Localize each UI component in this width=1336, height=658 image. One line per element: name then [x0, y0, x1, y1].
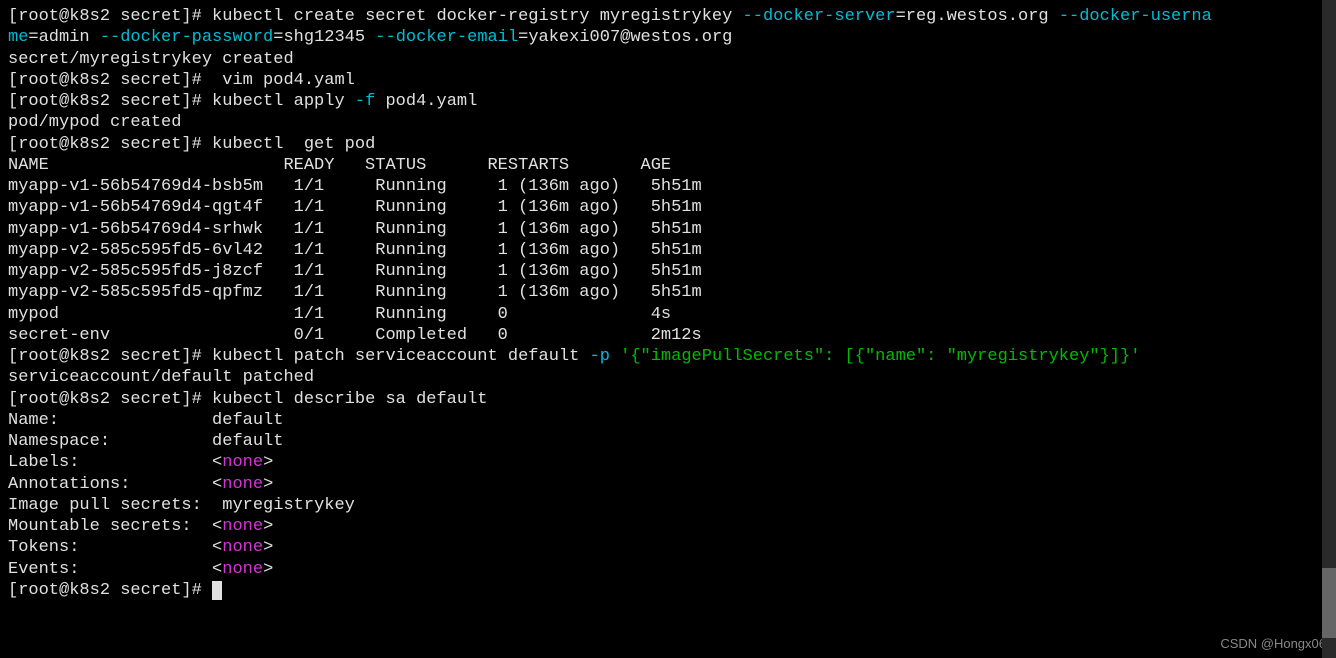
table-row: myapp-v1-56b54769d4-srhwk 1/1 Running 1 … [8, 219, 1328, 240]
describe-row: Events: <none> [8, 559, 1328, 580]
bracket: > [263, 475, 273, 494]
cmd-text: kubectl apply [202, 92, 355, 111]
describe-row: Tokens: <none> [8, 537, 1328, 558]
describe-row: Annotations: <none> [8, 474, 1328, 495]
bracket: > [263, 538, 273, 557]
cmd-text: kubectl get pod [202, 135, 375, 154]
cmd-text: vim pod4.yaml [202, 71, 355, 90]
command-line-2: [root@k8s2 secret]# vim pod4.yaml [8, 70, 1328, 91]
command-line-6: [root@k8s2 secret]# kubectl describe sa … [8, 389, 1328, 410]
none-value: none [222, 475, 263, 494]
cmd-text: kubectl patch serviceaccount default [202, 347, 590, 366]
field-value: myregistrykey [212, 496, 355, 515]
command-line-1-wrap: me=admin --docker-password=shg12345 --do… [8, 27, 1328, 48]
arg-value: =admin [28, 28, 99, 47]
arg-value: pod4.yaml [375, 92, 477, 111]
field-label: Labels: [8, 453, 212, 472]
command-line-1: [root@k8s2 secret]# kubectl create secre… [8, 6, 1328, 27]
prompt: [root@k8s2 secret]# [8, 347, 202, 366]
table-row: myapp-v2-585c595fd5-j8zcf 1/1 Running 1 … [8, 261, 1328, 282]
command-line-5: [root@k8s2 secret]# kubectl patch servic… [8, 346, 1328, 367]
field-label: Namespace: [8, 432, 212, 451]
bracket: > [263, 517, 273, 536]
bracket: < [212, 560, 222, 579]
cmd-text: kubectl create secret docker-registry my… [202, 7, 743, 26]
field-value: default [212, 411, 283, 430]
table-row: secret-env 0/1 Completed 0 2m12s [8, 325, 1328, 346]
output-line: serviceaccount/default patched [8, 367, 1328, 388]
table-row: myapp-v2-585c595fd5-qpfmz 1/1 Running 1 … [8, 282, 1328, 303]
table-header: NAME READY STATUS RESTARTS AGE [8, 155, 1328, 176]
command-line-4: [root@k8s2 secret]# kubectl get pod [8, 134, 1328, 155]
field-value: default [212, 432, 283, 451]
space [610, 347, 620, 366]
flag: --docker-password [100, 28, 273, 47]
none-value: none [222, 453, 263, 472]
string-arg: '{"imagePullSecrets": [{"name": "myregis… [620, 347, 1140, 366]
prompt-line[interactable]: [root@k8s2 secret]# [8, 580, 1328, 601]
prompt: [root@k8s2 secret]# [8, 135, 202, 154]
describe-row: Image pull secrets: myregistrykey [8, 495, 1328, 516]
flag: -f [355, 92, 375, 111]
cursor [212, 581, 222, 600]
bracket: > [263, 453, 273, 472]
terminal-output[interactable]: [root@k8s2 secret]# kubectl create secre… [8, 6, 1328, 601]
describe-row: Namespace: default [8, 431, 1328, 452]
field-label: Tokens: [8, 538, 212, 557]
flag: --docker-server [743, 7, 896, 26]
field-label: Image pull secrets: [8, 496, 212, 515]
field-label: Events: [8, 560, 212, 579]
describe-row: Name: default [8, 410, 1328, 431]
none-value: none [222, 538, 263, 557]
none-value: none [222, 560, 263, 579]
cmd-text: kubectl describe sa default [202, 390, 488, 409]
table-row: mypod 1/1 Running 0 4s [8, 304, 1328, 325]
bracket: < [212, 453, 222, 472]
prompt: [root@k8s2 secret]# [8, 92, 202, 111]
field-label: Name: [8, 411, 212, 430]
output-line: secret/myregistrykey created [8, 49, 1328, 70]
flag: me [8, 28, 28, 47]
table-row: myapp-v1-56b54769d4-qgt4f 1/1 Running 1 … [8, 197, 1328, 218]
flag: -p [590, 347, 610, 366]
bracket: > [263, 560, 273, 579]
field-label: Mountable secrets: [8, 517, 212, 536]
command-line-3: [root@k8s2 secret]# kubectl apply -f pod… [8, 91, 1328, 112]
output-line: pod/mypod created [8, 112, 1328, 133]
none-value: none [222, 517, 263, 536]
table-row: myapp-v1-56b54769d4-bsb5m 1/1 Running 1 … [8, 176, 1328, 197]
scrollbar-thumb[interactable] [1322, 568, 1336, 638]
bracket: < [212, 475, 222, 494]
prompt: [root@k8s2 secret]# [8, 581, 202, 600]
flag: --docker-email [375, 28, 518, 47]
prompt: [root@k8s2 secret]# [8, 71, 202, 90]
prompt: [root@k8s2 secret]# [8, 390, 202, 409]
describe-row: Mountable secrets: <none> [8, 516, 1328, 537]
arg-value: =yakexi007@westos.org [518, 28, 732, 47]
bracket: < [212, 517, 222, 536]
flag: --docker-userna [1059, 7, 1212, 26]
watermark: CSDN @Hongx06 [1220, 636, 1326, 652]
describe-row: Labels: <none> [8, 452, 1328, 473]
scrollbar[interactable] [1322, 0, 1336, 658]
arg-value: =reg.westos.org [896, 7, 1059, 26]
arg-value: =shg12345 [273, 28, 375, 47]
field-label: Annotations: [8, 475, 212, 494]
prompt: [root@k8s2 secret]# [8, 7, 202, 26]
bracket: < [212, 538, 222, 557]
table-row: myapp-v2-585c595fd5-6vl42 1/1 Running 1 … [8, 240, 1328, 261]
